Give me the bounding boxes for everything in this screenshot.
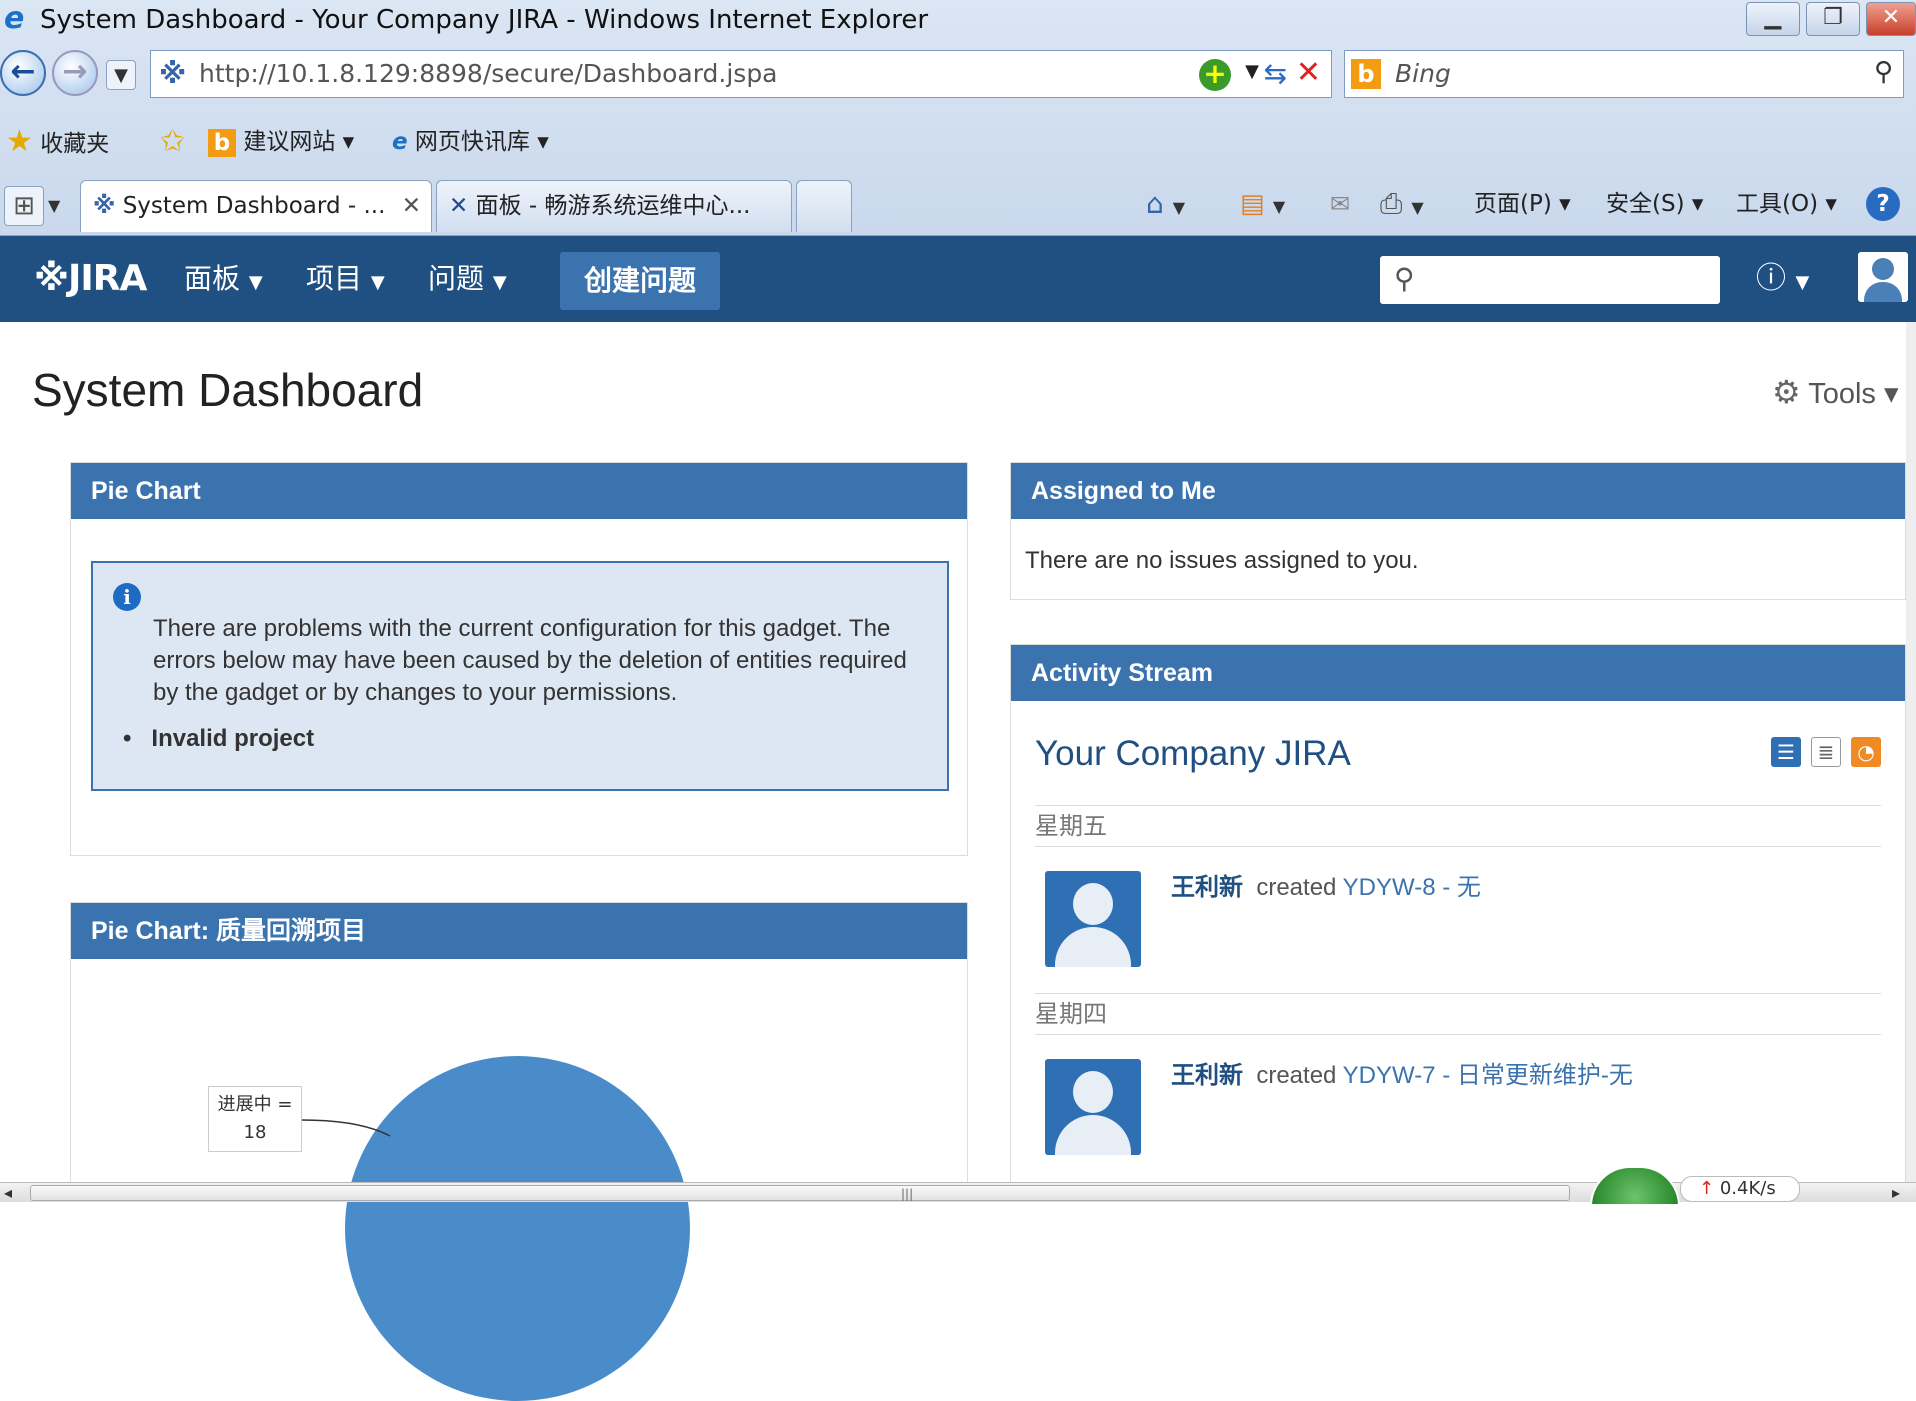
info-icon: i — [113, 583, 141, 611]
activity-issue-link[interactable]: YDYW-7 - 日常更新维护-无 — [1343, 1062, 1633, 1089]
network-speed: ↑ 0.4K/s — [1680, 1176, 1800, 1202]
jira-logo[interactable]: ※JIRA — [34, 256, 147, 302]
scroll-left-icon[interactable]: ◂ — [4, 1183, 12, 1203]
jira-favicon-icon: ※ — [93, 193, 116, 219]
page-menu[interactable]: 页面(P) ▾ — [1474, 176, 1571, 232]
help-icon[interactable]: ? — [1866, 187, 1900, 221]
chevron-down-icon: ▼ — [492, 272, 507, 293]
title-bar: e System Dashboard - Your Company JIRA -… — [0, 0, 1916, 40]
scroll-right-icon[interactable]: ▸ — [1892, 1183, 1900, 1203]
pie-slice-in-progress[interactable] — [345, 1056, 690, 1401]
home-icon[interactable]: ⌂ ▼ — [1146, 176, 1185, 236]
help-icon: ⓘ — [1756, 261, 1786, 296]
search-icon[interactable]: ⚲ — [1874, 57, 1893, 87]
gadget-title[interactable]: Activity Stream — [1011, 645, 1905, 701]
user-avatar[interactable] — [1858, 252, 1908, 302]
pie-slice-label: 进展中 = 18 — [208, 1086, 302, 1152]
pie-chart-gadget: Pie Chart i There are problems with the … — [70, 462, 968, 856]
jira-favicon-icon: ✕ — [449, 193, 469, 219]
activity-user-link[interactable]: 王利新 — [1171, 1062, 1243, 1089]
close-window-button[interactable]: ✕ — [1866, 2, 1916, 36]
create-issue-button[interactable]: 创建问题 — [560, 252, 720, 310]
url-text[interactable]: http://10.1.8.129:8898/secure/Dashboard.… — [199, 51, 778, 97]
list-view-icon[interactable]: ≣ — [1811, 737, 1841, 767]
browser-chrome: e System Dashboard - Your Company JIRA -… — [0, 0, 1916, 236]
tab-list-dropdown[interactable]: ▼ — [48, 186, 72, 226]
forward-button[interactable]: → — [52, 50, 98, 96]
refresh-icon[interactable]: ⇆ — [1264, 57, 1287, 90]
back-button[interactable]: ← — [0, 50, 46, 96]
minimize-button[interactable]: ▁ — [1746, 2, 1800, 36]
nav-projects[interactable]: 项目 ▼ — [306, 256, 385, 306]
add-favorites-icon[interactable]: ✩ — [160, 112, 185, 172]
address-bar[interactable]: ※ http://10.1.8.129:8898/secure/Dashboar… — [150, 50, 1332, 98]
tab-system-dashboard[interactable]: ※ System Dashboard - ... ✕ — [80, 180, 432, 232]
gadget-title[interactable]: Assigned to Me — [1011, 463, 1905, 519]
favorites-button[interactable]: ★ 收藏夹 — [6, 112, 109, 172]
favorites-bar: ★ 收藏夹 ✩ b 建议网站 ▾ e 网页快讯库 ▾ — [0, 112, 1916, 172]
stop-icon[interactable]: ✕ — [1296, 55, 1321, 90]
search-placeholder[interactable]: Bing — [1395, 51, 1451, 97]
recent-pages-dropdown[interactable]: ▼ — [106, 60, 136, 90]
vertical-scrollbar[interactable] — [1906, 322, 1916, 1184]
nav-issues[interactable]: 问题 ▼ — [428, 256, 507, 306]
user-avatar[interactable] — [1045, 1059, 1141, 1155]
activity-entry: 王利新 created YDYW-8 - 无 — [1045, 871, 1881, 981]
assigned-empty-text: There are no issues assigned to you. — [1025, 547, 1419, 574]
address-dropdown-icon[interactable]: ▼ — [1245, 61, 1259, 82]
scroll-thumb[interactable]: ||| — [30, 1185, 1570, 1201]
nav-dashboards[interactable]: 面板 ▼ — [184, 256, 263, 306]
activity-issue-link[interactable]: YDYW-8 - 无 — [1343, 874, 1481, 901]
suggested-sites-link[interactable]: b 建议网站 ▾ — [208, 112, 354, 172]
close-tab-icon[interactable]: ✕ — [402, 181, 421, 231]
activity-day-header: 星期四 — [1035, 993, 1881, 1035]
full-view-icon[interactable]: ☰ — [1771, 737, 1801, 767]
tools-menu[interactable]: 工具(O) ▾ — [1736, 176, 1837, 232]
gear-icon: ⚙ — [1772, 374, 1801, 410]
user-avatar[interactable] — [1045, 871, 1141, 967]
search-icon: ⚲ — [1394, 262, 1415, 295]
jira-header: ※JIRA 面板 ▼ 项目 ▼ 问题 ▼ 创建问题 ⚲ ⓘ ▼ — [0, 236, 1916, 322]
print-icon[interactable]: ⎙ ▼ — [1380, 176, 1424, 236]
feeds-icon[interactable]: ▤ ▼ — [1240, 176, 1285, 235]
new-tab-button[interactable] — [796, 180, 852, 232]
error-text: There are problems with the current conf… — [153, 615, 907, 706]
bing-icon: b — [1351, 59, 1381, 89]
config-error-message: i There are problems with the current co… — [91, 561, 949, 791]
assigned-to-me-gadget: Assigned to Me There are no issues assig… — [1010, 462, 1906, 600]
tab-jira-panel[interactable]: ✕ 面板 - 畅游系统运维中心... — [436, 180, 792, 232]
page-title: System Dashboard — [32, 364, 424, 416]
gadget-title[interactable]: Pie Chart — [71, 463, 967, 519]
address-row: ← → ▼ ※ http://10.1.8.129:8898/secure/Da… — [0, 46, 1916, 106]
safety-menu[interactable]: 安全(S) ▾ — [1606, 176, 1703, 232]
ie-logo-icon: e — [4, 1, 25, 36]
activity-entry: 王利新 created YDYW-7 - 日常更新维护-无 — [1045, 1059, 1881, 1169]
window-title: System Dashboard - Your Company JIRA - W… — [40, 5, 929, 35]
ie-icon: e — [392, 129, 408, 155]
compat-view-icon[interactable]: + — [1199, 59, 1231, 91]
activity-user-link[interactable]: 王利新 — [1171, 874, 1243, 901]
help-menu[interactable]: ⓘ ▼ — [1756, 256, 1809, 306]
activity-heading[interactable]: Your Company JIRA — [1035, 731, 1351, 777]
pie-label-leader-line — [301, 1119, 391, 1137]
quick-tabs-icon[interactable]: ⊞ — [4, 186, 44, 226]
bing-icon: b — [208, 128, 236, 157]
gadget-title[interactable]: Pie Chart: 质量回溯项目 — [71, 903, 967, 959]
command-bar: ⌂ ▼ ▤ ▼ ✉ ⎙ ▼ 页面(P) ▾ 安全(S) ▾ 工具(O) ▾ ? — [1140, 176, 1916, 232]
chevron-down-icon: ▼ — [370, 272, 385, 293]
star-icon: ★ — [6, 124, 33, 159]
tools-menu-button[interactable]: ⚙ Tools ▾ — [1772, 372, 1899, 414]
web-slice-gallery-link[interactable]: e 网页快讯库 ▾ — [392, 112, 549, 172]
read-mail-icon[interactable]: ✉ — [1330, 176, 1350, 232]
chevron-down-icon: ▼ — [248, 272, 263, 293]
jira-favicon-icon: ※ — [159, 57, 187, 90]
restore-button[interactable]: ❐ — [1806, 2, 1860, 36]
error-item: • Invalid project — [123, 725, 315, 752]
quick-search-input[interactable]: ⚲ — [1380, 256, 1720, 304]
activity-stream-gadget: Activity Stream Your Company JIRA ☰ ≣ ◔ … — [1010, 644, 1906, 1184]
rss-feed-icon[interactable]: ◔ — [1851, 737, 1881, 767]
search-box[interactable]: b Bing ⚲ — [1344, 50, 1904, 98]
activity-day-header: 星期五 — [1035, 805, 1881, 847]
